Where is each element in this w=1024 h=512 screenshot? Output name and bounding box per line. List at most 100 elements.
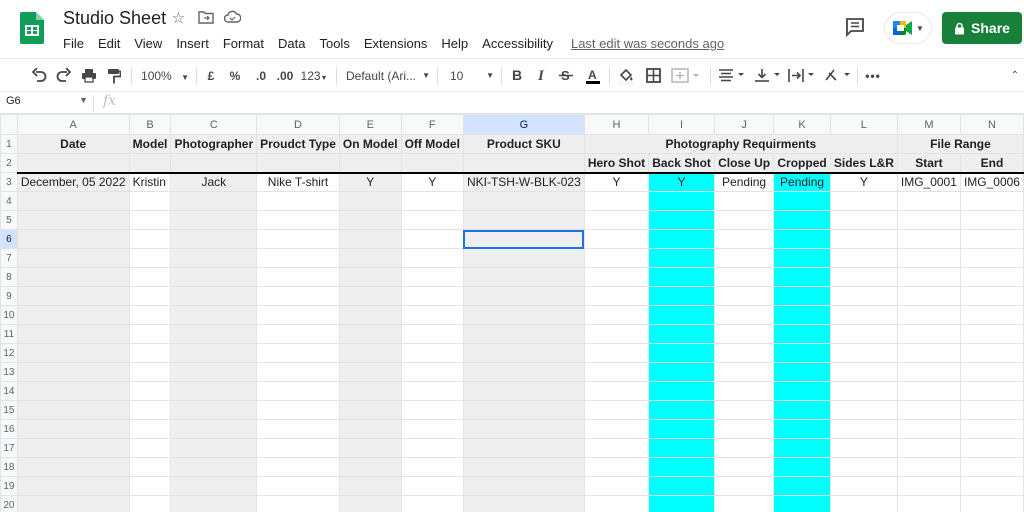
cell[interactable] [170,305,258,325]
sheets-logo-icon[interactable] [20,12,44,44]
cell[interactable] [16,267,130,287]
column-header-e[interactable]: E [338,114,402,135]
cell[interactable] [583,495,650,512]
row-header[interactable]: 11 [0,324,18,344]
cell[interactable] [959,267,1024,287]
cell-hero-shot[interactable]: Y [583,172,650,192]
cell[interactable] [338,419,402,439]
cell[interactable] [896,324,961,344]
cell[interactable] [896,191,961,211]
cell[interactable] [583,457,650,477]
cell[interactable] [256,476,340,496]
cell[interactable] [462,267,585,287]
cell[interactable] [16,286,130,306]
cell[interactable] [256,400,340,420]
cell[interactable] [829,191,898,211]
cell[interactable] [959,400,1024,420]
header-off-model[interactable]: Off Model [400,134,464,154]
cell[interactable] [583,419,650,439]
select-all-corner[interactable] [0,114,18,135]
cell[interactable] [713,457,775,477]
cell[interactable] [959,229,1024,249]
cell[interactable] [256,229,340,249]
meet-button[interactable]: ▼ [884,12,932,44]
cell-model[interactable]: Kristin [128,172,172,192]
column-header-f[interactable]: F [400,114,464,135]
cell[interactable] [338,267,402,287]
cell[interactable] [16,343,130,363]
cell[interactable] [648,457,715,477]
move-folder-icon[interactable] [197,10,214,27]
cell[interactable] [829,210,898,230]
cell[interactable] [713,495,775,512]
cell[interactable] [256,153,340,174]
more-options-icon[interactable]: ••• [862,65,884,87]
menu-help[interactable]: Help [434,34,475,53]
text-color-icon[interactable]: A [582,65,604,87]
cell-photographer[interactable]: Jack [170,172,258,192]
cell[interactable] [256,267,340,287]
more-formats-button[interactable]: 123▼ [299,65,329,87]
cell[interactable] [256,438,340,458]
cell[interactable] [462,419,585,439]
cell[interactable] [400,229,464,249]
cell[interactable] [713,210,775,230]
cell[interactable] [583,191,650,211]
cell[interactable] [128,362,172,382]
cell[interactable] [16,210,130,230]
cell[interactable] [170,362,258,382]
cell[interactable] [583,248,650,268]
cell[interactable] [648,495,715,512]
cell-product-sku[interactable]: NKI-TSH-W-BLK-023 [462,172,585,192]
cell[interactable] [128,267,172,287]
cell[interactable] [170,476,258,496]
cell-start[interactable]: IMG_0001 [896,172,961,192]
cell[interactable] [583,343,650,363]
cell[interactable] [959,495,1024,512]
collapse-menu-icon[interactable]: ⌃ [1008,65,1022,87]
cell[interactable] [713,305,775,325]
cell[interactable] [128,153,172,174]
cell[interactable] [400,438,464,458]
cell[interactable] [713,324,775,344]
vertical-align-icon[interactable] [752,65,784,87]
menu-edit[interactable]: Edit [91,34,127,53]
header-photographer[interactable]: Photographer [170,134,258,154]
cell[interactable] [128,324,172,344]
cell[interactable] [400,362,464,382]
cell[interactable] [959,286,1024,306]
cell[interactable] [773,324,831,344]
font-size-select[interactable]: 10 ▼ [444,65,496,87]
cell[interactable] [713,438,775,458]
font-family-select[interactable]: Default (Ari... ▼ [346,65,432,87]
cell[interactable] [338,305,402,325]
cell[interactable] [16,362,130,382]
cell[interactable] [829,495,898,512]
cell[interactable] [462,495,585,512]
header-photography-requirements[interactable]: Photography Requirments [583,134,898,154]
cell[interactable] [959,381,1024,401]
cell[interactable] [338,400,402,420]
cell[interactable] [16,476,130,496]
cell[interactable] [256,495,340,512]
cell[interactable] [648,400,715,420]
cell[interactable] [583,267,650,287]
cell[interactable] [462,400,585,420]
text-wrapping-icon[interactable] [786,65,818,87]
cell[interactable] [170,210,258,230]
menu-insert[interactable]: Insert [169,34,216,53]
cell[interactable] [829,457,898,477]
cell[interactable] [338,324,402,344]
menu-format[interactable]: Format [216,34,271,53]
redo-icon[interactable] [53,65,75,87]
cell[interactable] [400,324,464,344]
cell[interactable] [338,457,402,477]
cell[interactable] [648,191,715,211]
cell[interactable] [713,191,775,211]
decrease-decimal-button[interactable]: .0 [250,65,272,87]
cell[interactable] [648,438,715,458]
cell[interactable] [16,248,130,268]
row-header[interactable]: 13 [0,362,18,382]
row-header[interactable]: 7 [0,248,18,268]
cell[interactable] [896,495,961,512]
